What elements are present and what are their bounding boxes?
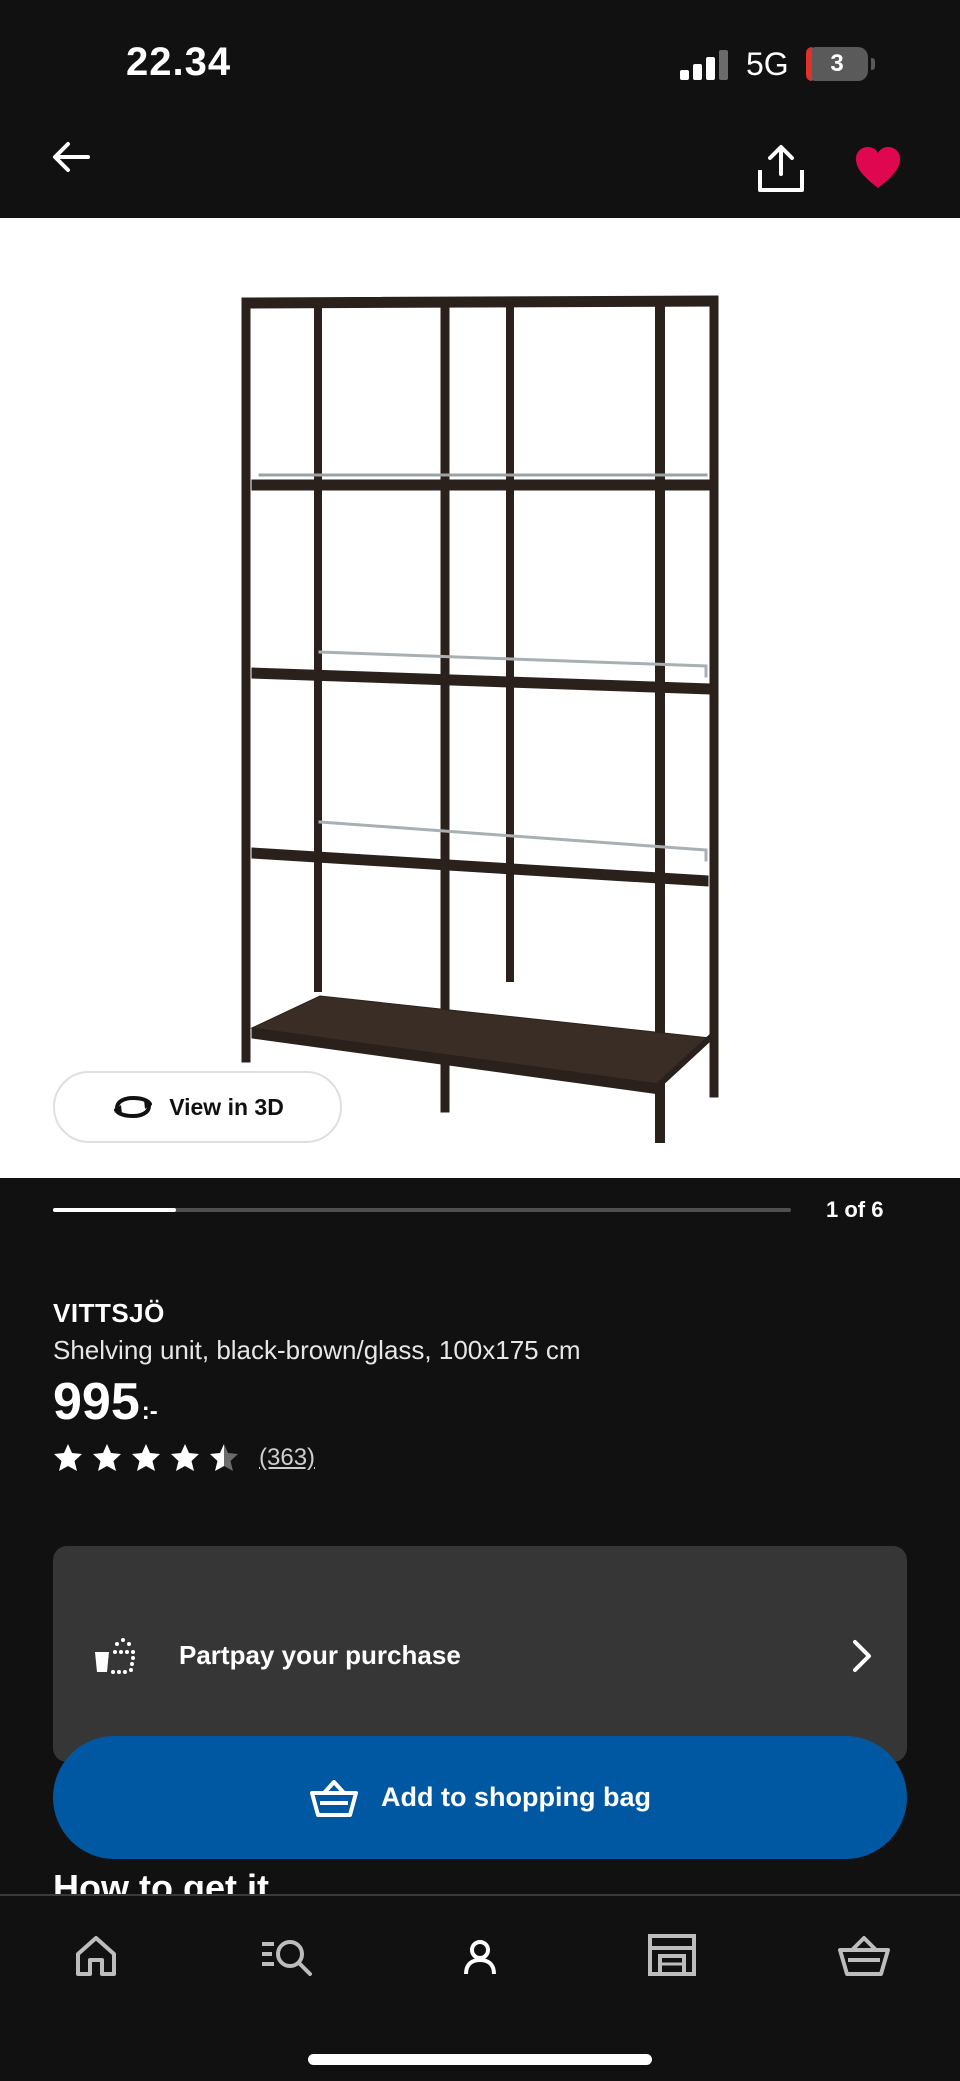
home-icon bbox=[76, 1936, 116, 1976]
partpay-card[interactable]: Partpay your purchase bbox=[53, 1546, 907, 1762]
back-arrow-icon[interactable] bbox=[48, 134, 94, 180]
status-time: 22.34 bbox=[126, 40, 232, 84]
product-description: Shelving unit, black-brown/glass, 100x17… bbox=[53, 1335, 581, 1365]
view-in-3d-label: View in 3D bbox=[169, 1093, 284, 1120]
shopping-bag-icon bbox=[310, 1779, 359, 1817]
price-amount: 995 bbox=[53, 1373, 140, 1431]
heart-icon[interactable] bbox=[854, 146, 902, 190]
chevron-right-icon bbox=[853, 1640, 871, 1672]
product-image-area[interactable]: View in 3D bbox=[0, 218, 960, 1178]
product-rating[interactable]: (363) bbox=[53, 1442, 315, 1474]
store-icon bbox=[648, 1934, 696, 1976]
add-to-shopping-bag-button[interactable]: Add to shopping bag bbox=[53, 1736, 907, 1859]
profile-icon bbox=[464, 1940, 496, 1975]
home-indicator bbox=[308, 2054, 652, 2065]
price-suffix: :- bbox=[141, 1398, 158, 1425]
review-count-link[interactable]: (363) bbox=[259, 1444, 315, 1472]
star-icon bbox=[93, 1444, 121, 1471]
star-icon bbox=[171, 1444, 199, 1471]
search-icon bbox=[262, 1940, 312, 1976]
image-carousel-progress bbox=[53, 1208, 791, 1212]
nav-basket[interactable] bbox=[834, 1926, 894, 1986]
how-to-get-it-heading: How to get it bbox=[53, 1867, 269, 1894]
star-icon bbox=[54, 1444, 82, 1471]
rotate-3d-icon bbox=[114, 1095, 153, 1119]
nav-home[interactable] bbox=[66, 1926, 126, 1986]
star-icon bbox=[210, 1444, 238, 1471]
payment-basket-icon bbox=[95, 1638, 135, 1674]
image-carousel-progress-fill bbox=[53, 1208, 176, 1212]
product-price: 995 :- bbox=[53, 1372, 158, 1432]
status-bar: 22.34 5G 3 bbox=[0, 0, 960, 130]
partpay-label: Partpay your purchase bbox=[179, 1640, 461, 1670]
bottom-navigation bbox=[0, 1894, 960, 2081]
basket-icon bbox=[838, 1936, 890, 1976]
add-to-bag-label: Add to shopping bag bbox=[381, 1782, 651, 1812]
view-in-3d-button[interactable]: View in 3D bbox=[53, 1071, 342, 1143]
star-icon bbox=[132, 1444, 160, 1471]
nav-profile[interactable] bbox=[450, 1926, 510, 1986]
rating-stars bbox=[54, 1444, 238, 1471]
image-position-label: 1 of 6 bbox=[826, 1197, 884, 1222]
nav-stores[interactable] bbox=[642, 1926, 702, 1986]
nav-search[interactable] bbox=[258, 1926, 318, 1986]
battery-level: 3 bbox=[830, 50, 844, 77]
shelving-unit-image bbox=[241, 295, 719, 1143]
network-type: 5G bbox=[746, 46, 789, 82]
signal-strength-icon bbox=[680, 50, 728, 80]
product-brand: VITTSJÖ bbox=[53, 1298, 165, 1328]
share-icon[interactable] bbox=[754, 144, 808, 194]
battery-icon: 3 bbox=[806, 47, 875, 81]
